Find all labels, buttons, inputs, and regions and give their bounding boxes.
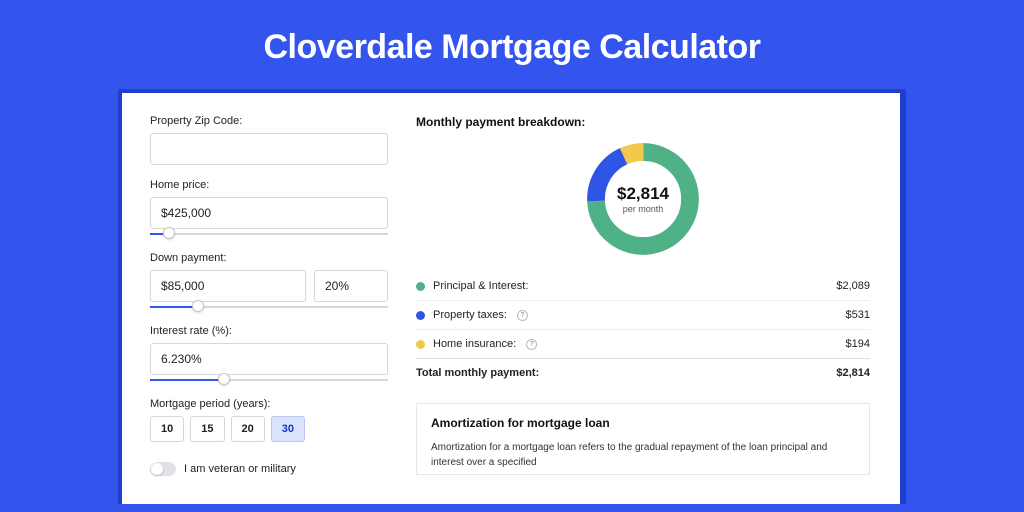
zip-input[interactable] xyxy=(150,133,388,165)
amort-text: Amortization for a mortgage loan refers … xyxy=(431,440,855,470)
price-slider-thumb[interactable] xyxy=(163,227,175,239)
legend-dot-icon xyxy=(416,311,425,320)
amortization-box: Amortization for mortgage loan Amortizat… xyxy=(416,403,870,475)
info-icon[interactable]: ? xyxy=(526,339,537,350)
legend-amount: $194 xyxy=(846,338,870,350)
zip-label: Property Zip Code: xyxy=(150,115,388,127)
legend-row: Property taxes:? $531 xyxy=(416,300,870,329)
dp-amount-input[interactable] xyxy=(150,270,306,302)
legend-total-amount: $2,814 xyxy=(836,367,870,379)
veteran-toggle[interactable] xyxy=(150,462,176,476)
legend-amount: $531 xyxy=(846,309,870,321)
legend-row: Principal & Interest: $2,089 xyxy=(416,271,870,300)
veteran-toggle-row: I am veteran or military xyxy=(150,462,388,476)
legend-dot-icon xyxy=(416,340,425,349)
rate-input[interactable] xyxy=(150,343,388,375)
legend-amount: $2,089 xyxy=(836,280,870,292)
legend-label: Property taxes: xyxy=(433,309,507,321)
rate-field-group: Interest rate (%): xyxy=(150,325,388,384)
dp-percent-input[interactable] xyxy=(314,270,388,302)
dp-slider[interactable] xyxy=(150,303,388,311)
rate-slider-thumb[interactable] xyxy=(218,373,230,385)
period-options: 1015 2030 xyxy=(150,416,388,442)
period-label: Mortgage period (years): xyxy=(150,398,388,410)
period-option-30[interactable]: 30 xyxy=(271,416,305,442)
donut-center: $2,814 per month xyxy=(617,184,669,214)
info-icon[interactable]: ? xyxy=(517,310,528,321)
price-input[interactable] xyxy=(150,197,388,229)
price-field-group: Home price: xyxy=(150,179,388,238)
results-panel: Monthly payment breakdown: $2,814 per mo… xyxy=(416,115,870,476)
legend: Principal & Interest: $2,089 Property taxe… xyxy=(416,271,870,387)
period-option-10[interactable]: 10 xyxy=(150,416,184,442)
donut-sublabel: per month xyxy=(617,204,669,214)
rate-label: Interest rate (%): xyxy=(150,325,388,337)
legend-label: Principal & Interest: xyxy=(433,280,528,292)
breakdown-title: Monthly payment breakdown: xyxy=(416,115,870,129)
dp-field-group: Down payment: xyxy=(150,252,388,311)
card-frame: Property Zip Code: Home price: Down paym… xyxy=(118,89,906,504)
period-option-15[interactable]: 15 xyxy=(190,416,224,442)
price-label: Home price: xyxy=(150,179,388,191)
page-title: Cloverdale Mortgage Calculator xyxy=(0,0,1024,89)
legend-label: Home insurance: xyxy=(433,338,516,350)
legend-total-label: Total monthly payment: xyxy=(416,367,539,379)
dp-slider-thumb[interactable] xyxy=(192,300,204,312)
veteran-label: I am veteran or military xyxy=(184,463,296,475)
period-field-group: Mortgage period (years): 1015 2030 xyxy=(150,398,388,442)
calculator-card: Property Zip Code: Home price: Down paym… xyxy=(122,93,900,504)
zip-field-group: Property Zip Code: xyxy=(150,115,388,165)
amort-title: Amortization for mortgage loan xyxy=(431,416,855,430)
toggle-knob xyxy=(151,463,163,475)
donut-amount: $2,814 xyxy=(617,184,669,204)
price-slider[interactable] xyxy=(150,230,388,238)
period-option-20[interactable]: 20 xyxy=(231,416,265,442)
rate-slider[interactable] xyxy=(150,376,388,384)
legend-total-row: Total monthly payment: $2,814 xyxy=(416,358,870,387)
dp-label: Down payment: xyxy=(150,252,388,264)
inputs-panel: Property Zip Code: Home price: Down paym… xyxy=(150,115,388,476)
legend-dot-icon xyxy=(416,282,425,291)
donut-chart-wrap: $2,814 per month xyxy=(416,137,870,261)
legend-row: Home insurance:? $194 xyxy=(416,329,870,358)
